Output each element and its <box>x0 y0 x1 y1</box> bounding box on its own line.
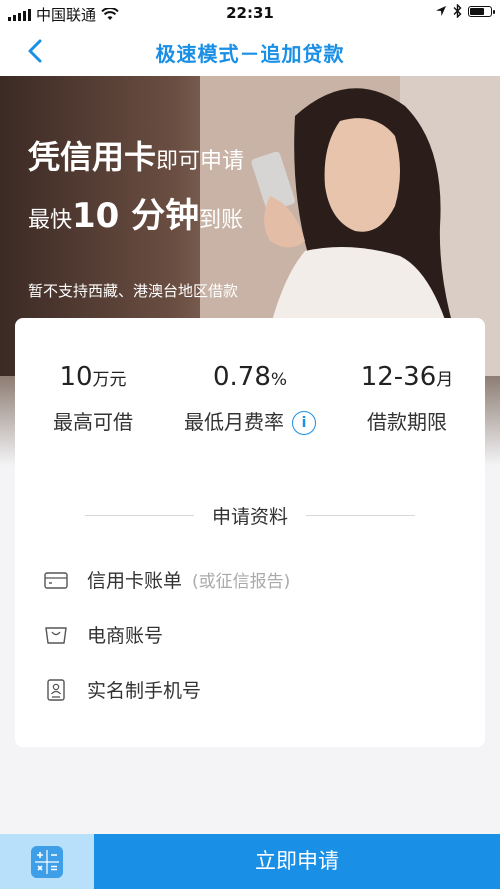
stat-max-amount: 10万元 最高可借 <box>15 362 171 435</box>
calculator-icon <box>31 846 63 878</box>
calculator-button[interactable] <box>0 834 94 889</box>
stat-value: 10万元 <box>59 362 127 392</box>
id-phone-icon <box>47 678 65 701</box>
location-icon <box>436 6 446 16</box>
status-bar: 中国联通 22:31 <box>0 0 500 26</box>
material-name: 实名制手机号 <box>87 680 202 702</box>
material-item-credit-card: 信用卡账单 (或征信报告) <box>43 566 290 593</box>
stat-min-rate: 0.78% 最低月费率 i <box>172 362 328 435</box>
materials-title: 申请资料 <box>212 505 289 528</box>
material-hint: (或征信报告) <box>192 572 291 592</box>
stat-label: 最低月费率 i <box>172 406 328 435</box>
nav-bar: 极速模式－追加贷款 <box>0 26 500 76</box>
battery-icon <box>468 5 495 17</box>
bluetooth-icon <box>453 4 462 18</box>
info-icon[interactable]: i <box>292 411 316 435</box>
page-title: 极速模式－追加贷款 <box>155 42 345 66</box>
loan-info-card: 10万元 最高可借 0.78% 最低月费率 i 12-36月 借款期限 申请资料 … <box>15 318 485 747</box>
material-item-phone: 实名制手机号 <box>43 676 201 703</box>
material-name: 电商账号 <box>87 625 164 647</box>
shopping-bag-icon <box>45 626 67 644</box>
hero-headline-2-suffix: 到账 <box>199 208 244 233</box>
stat-label: 最高可借 <box>53 410 133 434</box>
status-right <box>435 4 495 18</box>
hero-headline-2: 最快10 分钟到账 <box>28 188 243 237</box>
stat-value: 0.78% <box>212 362 288 392</box>
bottom-bar: 立即申请 <box>0 834 500 889</box>
apply-button[interactable]: 立即申请 <box>94 834 500 889</box>
credit-card-icon <box>44 571 68 589</box>
hero-headline-2-big: 10 分钟 <box>72 196 200 236</box>
stat-loan-term: 12-36月 借款期限 <box>329 362 485 435</box>
divider <box>306 514 416 516</box>
material-name: 信用卡账单 <box>87 570 183 592</box>
hero-headline-1-small: 即可申请 <box>156 149 245 174</box>
hero-headline-1-big: 凭信用卡 <box>28 138 157 176</box>
materials-heading: 申请资料 <box>85 502 416 528</box>
hero-headline-1: 凭信用卡即可申请 <box>28 132 244 178</box>
hero-headline-2-prefix: 最快 <box>28 208 73 233</box>
stat-label: 借款期限 <box>367 410 447 434</box>
status-time: 22:31 <box>226 4 274 22</box>
stat-value: 12-36月 <box>360 362 454 392</box>
divider <box>85 514 194 516</box>
hero-note: 暂不支持西藏、港澳台地区借款 <box>28 282 239 300</box>
material-item-ecommerce: 电商账号 <box>43 621 163 648</box>
